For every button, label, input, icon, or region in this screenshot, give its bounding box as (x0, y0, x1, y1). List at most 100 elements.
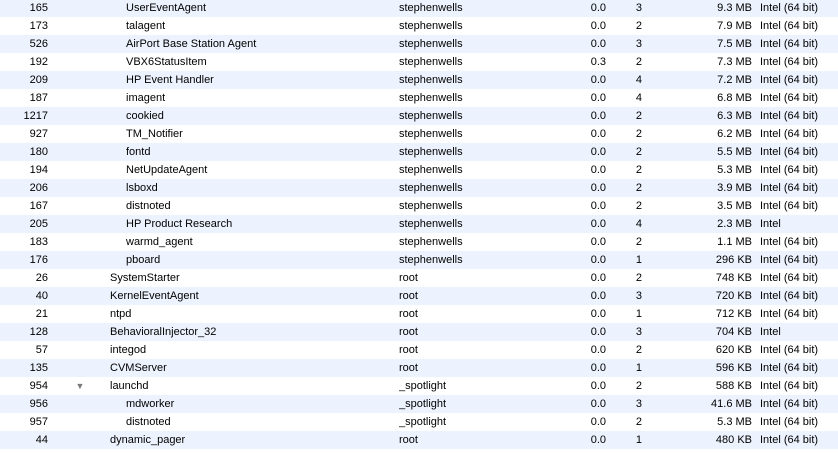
process-user: stephenwells (399, 2, 463, 14)
process-cpu: 0.0 (590, 146, 606, 158)
process-kind: Intel (64 bit) (760, 164, 819, 176)
process-row[interactable]: 187 imagent stephenwells 0.0 4 6.8 MB Intel (6… (0, 89, 838, 107)
process-memory: 1.1 MB (717, 236, 752, 248)
process-name: fontd (126, 146, 151, 158)
process-name: ntpd (110, 308, 132, 320)
process-memory: 596 KB (715, 362, 752, 374)
process-user: stephenwells (399, 254, 463, 266)
process-kind: Intel (64 bit) (760, 2, 819, 14)
process-threads: 2 (635, 344, 642, 356)
process-row[interactable]: 927 TM_Notifier stephenwells 0.0 2 6.2 MB Inte… (0, 125, 838, 143)
process-row[interactable]: 40 KernelEventAgent root 0.0 3 720 KB Intel (6… (0, 287, 838, 305)
process-user: stephenwells (399, 164, 463, 176)
process-memory: 5.5 MB (717, 146, 752, 158)
process-row[interactable]: 205 HP Product Research stephenwells 0.0 4 2.… (0, 215, 838, 233)
process-user: stephenwells (399, 20, 463, 32)
process-kind: Intel (64 bit) (760, 38, 819, 50)
process-user: root (399, 290, 418, 302)
process-row[interactable]: 180 fontd stephenwells 0.0 2 5.5 MB Intel (64 … (0, 143, 838, 161)
process-row[interactable]: 173 talagent stephenwells 0.0 2 7.9 MB Intel (… (0, 17, 838, 35)
process-user: stephenwells (399, 182, 463, 194)
process-user: _spotlight (399, 398, 447, 410)
process-kind: Intel (64 bit) (760, 236, 819, 248)
process-memory: 2.3 MB (717, 218, 752, 230)
process-row[interactable]: 128 BehavioralInjector_32 root 0.0 3 704 KB In… (0, 323, 838, 341)
process-kind: Intel (64 bit) (760, 416, 819, 428)
process-name: distnoted (126, 200, 171, 212)
process-threads: 2 (635, 128, 642, 140)
process-kind: Intel (64 bit) (760, 20, 819, 32)
process-memory: 720 KB (715, 290, 752, 302)
process-name: HP Event Handler (126, 74, 214, 86)
process-memory: 6.2 MB (717, 128, 752, 140)
process-threads: 3 (635, 326, 642, 338)
process-cpu: 0.0 (590, 110, 606, 122)
process-id: 957 (29, 416, 48, 428)
process-row[interactable]: 1217 cookied stephenwells 0.0 2 6.3 MB Intel (… (0, 107, 838, 125)
process-kind: Intel (760, 218, 781, 230)
process-memory: 704 KB (715, 326, 752, 338)
process-row[interactable]: 957 distnoted _spotlight 0.0 2 5.3 MB Intel (6… (0, 413, 838, 431)
process-kind: Intel (760, 326, 781, 338)
process-row[interactable]: 135 CVMServer root 0.0 1 596 KB Intel (64 bit) (0, 359, 838, 377)
process-cpu: 0.0 (590, 164, 606, 176)
process-row[interactable]: 57 integod root 0.0 2 620 KB Intel (64 bit) (0, 341, 838, 359)
process-row[interactable]: 44 dynamic_pager root 0.0 1 480 KB Intel (64 b… (0, 431, 838, 449)
process-row[interactable]: 526 AirPort Base Station Agent stephenwell… (0, 35, 838, 53)
process-row[interactable]: 176 pboard stephenwells 0.0 1 296 KB Intel (64… (0, 251, 838, 269)
process-id: 194 (29, 164, 48, 176)
process-user: root (399, 308, 418, 320)
process-cpu: 0.0 (590, 218, 606, 230)
process-memory: 296 KB (715, 254, 752, 266)
process-name: mdworker (126, 398, 175, 410)
process-id: 135 (29, 362, 48, 374)
process-id: 1217 (23, 110, 48, 122)
process-row[interactable]: 21 ntpd root 0.0 1 712 KB Intel (64 bit) (0, 305, 838, 323)
process-row[interactable]: 206 lsboxd stephenwells 0.0 2 3.9 MB Intel (64… (0, 179, 838, 197)
disclosure-triangle-icon[interactable]: ▼ (72, 377, 88, 395)
process-row[interactable]: 209 HP Event Handler stephenwells 0.0 4 7.2 M… (0, 71, 838, 89)
process-threads: 2 (635, 164, 642, 176)
process-threads: 2 (635, 380, 642, 392)
process-name: CVMServer (110, 362, 167, 374)
process-id: 180 (29, 146, 48, 158)
process-cpu: 0.0 (590, 326, 606, 338)
process-kind: Intel (64 bit) (760, 344, 819, 356)
process-user: stephenwells (399, 38, 463, 50)
process-user: root (399, 272, 418, 284)
process-id: 176 (29, 254, 48, 266)
process-threads: 2 (635, 200, 642, 212)
process-cpu: 0.0 (590, 128, 606, 140)
process-kind: Intel (64 bit) (760, 290, 819, 302)
process-id: 927 (29, 128, 48, 140)
process-row[interactable]: 194 NetUpdateAgent stephenwells 0.0 2 5.3 MB I… (0, 161, 838, 179)
process-kind: Intel (64 bit) (760, 74, 819, 86)
process-id: 206 (29, 182, 48, 194)
process-kind: Intel (64 bit) (760, 308, 819, 320)
process-cpu: 0.0 (590, 20, 606, 32)
process-kind: Intel (64 bit) (760, 146, 819, 158)
process-id: 205 (29, 218, 48, 230)
process-id: 187 (29, 92, 48, 104)
process-memory: 5.3 MB (717, 164, 752, 176)
process-row[interactable]: 183 warmd_agent stephenwells 0.0 2 1.1 MB Inte… (0, 233, 838, 251)
process-name: UserEventAgent (126, 2, 207, 14)
process-row[interactable]: 167 distnoted stephenwells 0.0 2 3.5 MB Intel … (0, 197, 838, 215)
process-user: root (399, 326, 418, 338)
process-row[interactable]: 26 SystemStarter root 0.0 2 748 KB Intel (64 b… (0, 269, 838, 287)
process-id: 26 (35, 272, 48, 284)
process-cpu: 0.0 (590, 2, 606, 14)
process-row[interactable]: 954 ▼ launchd _spotlight 0.0 2 588 KB Intel (64… (0, 377, 838, 395)
process-kind: Intel (64 bit) (760, 272, 819, 284)
process-memory: 41.6 MB (711, 398, 752, 410)
process-threads: 1 (635, 362, 642, 374)
process-threads: 2 (635, 20, 642, 32)
process-cpu: 0.0 (590, 254, 606, 266)
process-row[interactable]: 192 VBX6StatusItem stephenwells 0.3 2 7.3 MB I… (0, 53, 838, 71)
process-row[interactable]: 956 mdworker _spotlight 0.0 3 41.6 MB Intel (6… (0, 395, 838, 413)
process-name: SystemStarter (110, 272, 180, 284)
process-cpu: 0.0 (590, 38, 606, 50)
process-kind: Intel (64 bit) (760, 254, 819, 266)
process-threads: 2 (635, 110, 642, 122)
process-row[interactable]: 165 UserEventAgent stephenwells 0.0 3 9.3 MB I… (0, 0, 838, 17)
